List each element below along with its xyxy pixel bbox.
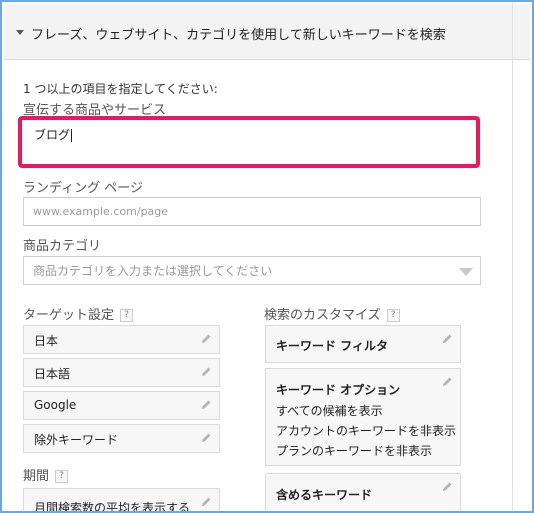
pencil-icon[interactable]: [440, 480, 454, 494]
landing-page-placeholder: www.example.com/page: [33, 205, 168, 218]
period-chip[interactable]: 月間検索数の平均を表示する: [23, 488, 220, 513]
target-chip-network[interactable]: Google: [23, 391, 220, 420]
pencil-icon[interactable]: [199, 332, 213, 346]
option-line: プランのキーワードを非表示: [276, 444, 433, 458]
category-select[interactable]: 商品カテゴリを入力または選択してください: [23, 256, 481, 285]
chip-label: 日本語: [34, 367, 71, 381]
include-keywords-card[interactable]: 含めるキーワード: [265, 473, 461, 511]
pencil-icon[interactable]: [199, 495, 213, 509]
section-header[interactable]: フレーズ、ウェブサイト、カテゴリを使用して新しいキーワードを検索: [4, 4, 530, 60]
instruction-text: 1 つ以上の項目を指定してください:: [23, 82, 218, 96]
chip-label: 除外キーワード: [34, 433, 119, 447]
caret-down-icon: [16, 30, 24, 35]
targeting-heading: ターゲット設定?: [23, 304, 134, 323]
target-chip-location[interactable]: 日本: [23, 325, 220, 354]
card-title: キーワード オプション: [276, 383, 401, 397]
text-cursor: [71, 129, 73, 142]
pencil-icon[interactable]: [199, 431, 213, 445]
target-chip-language[interactable]: 日本語: [23, 358, 220, 387]
triangle-down-icon[interactable]: [459, 268, 473, 276]
card-title: 含めるキーワード: [276, 488, 373, 502]
targeting-label: ターゲット設定: [23, 308, 115, 323]
chip-label: Google: [34, 398, 77, 412]
chip-label: 日本: [34, 334, 59, 348]
pencil-icon[interactable]: [199, 398, 213, 412]
pencil-icon[interactable]: [199, 365, 213, 379]
period-heading: 期間?: [23, 465, 69, 484]
card-title: キーワード フィルタ: [276, 339, 388, 353]
pencil-icon[interactable]: [440, 375, 454, 389]
keyword-options-card[interactable]: キーワード オプション すべての候補を表示 アカウントのキーワードを非表示 プラ…: [265, 368, 461, 466]
keyword-filter-card[interactable]: キーワード フィルタ: [265, 325, 461, 363]
landing-page-label: ランディング ページ: [23, 181, 143, 196]
pencil-icon[interactable]: [440, 332, 454, 346]
help-icon[interactable]: ?: [120, 309, 134, 322]
option-line: アカウントのキーワードを非表示: [276, 424, 457, 438]
landing-page-input[interactable]: www.example.com/page: [23, 197, 481, 226]
keyword-planner-panel: フレーズ、ウェブサイト、カテゴリを使用して新しいキーワードを検索 1 つ以上の項…: [0, 0, 534, 513]
help-icon[interactable]: ?: [55, 470, 69, 483]
customize-label: 検索のカスタマイズ: [264, 308, 381, 323]
section-title: フレーズ、ウェブサイト、カテゴリを使用して新しいキーワードを検索: [31, 28, 446, 43]
period-label: 期間: [23, 469, 50, 484]
category-label: 商品カテゴリ: [23, 239, 102, 254]
divider: [512, 2, 513, 511]
help-icon[interactable]: ?: [386, 309, 400, 322]
product-input-value: ブログ: [34, 128, 71, 142]
product-input[interactable]: ブログ: [34, 126, 73, 143]
chip-label: 月間検索数の平均を表示する: [34, 501, 191, 513]
category-placeholder: 商品カテゴリを入力または選択してください: [33, 264, 273, 278]
option-line: すべての候補を表示: [276, 404, 383, 418]
customize-heading: 検索のカスタマイズ?: [264, 304, 400, 323]
highlight-box: [18, 116, 480, 168]
target-chip-negative-keywords[interactable]: 除外キーワード: [23, 424, 220, 453]
